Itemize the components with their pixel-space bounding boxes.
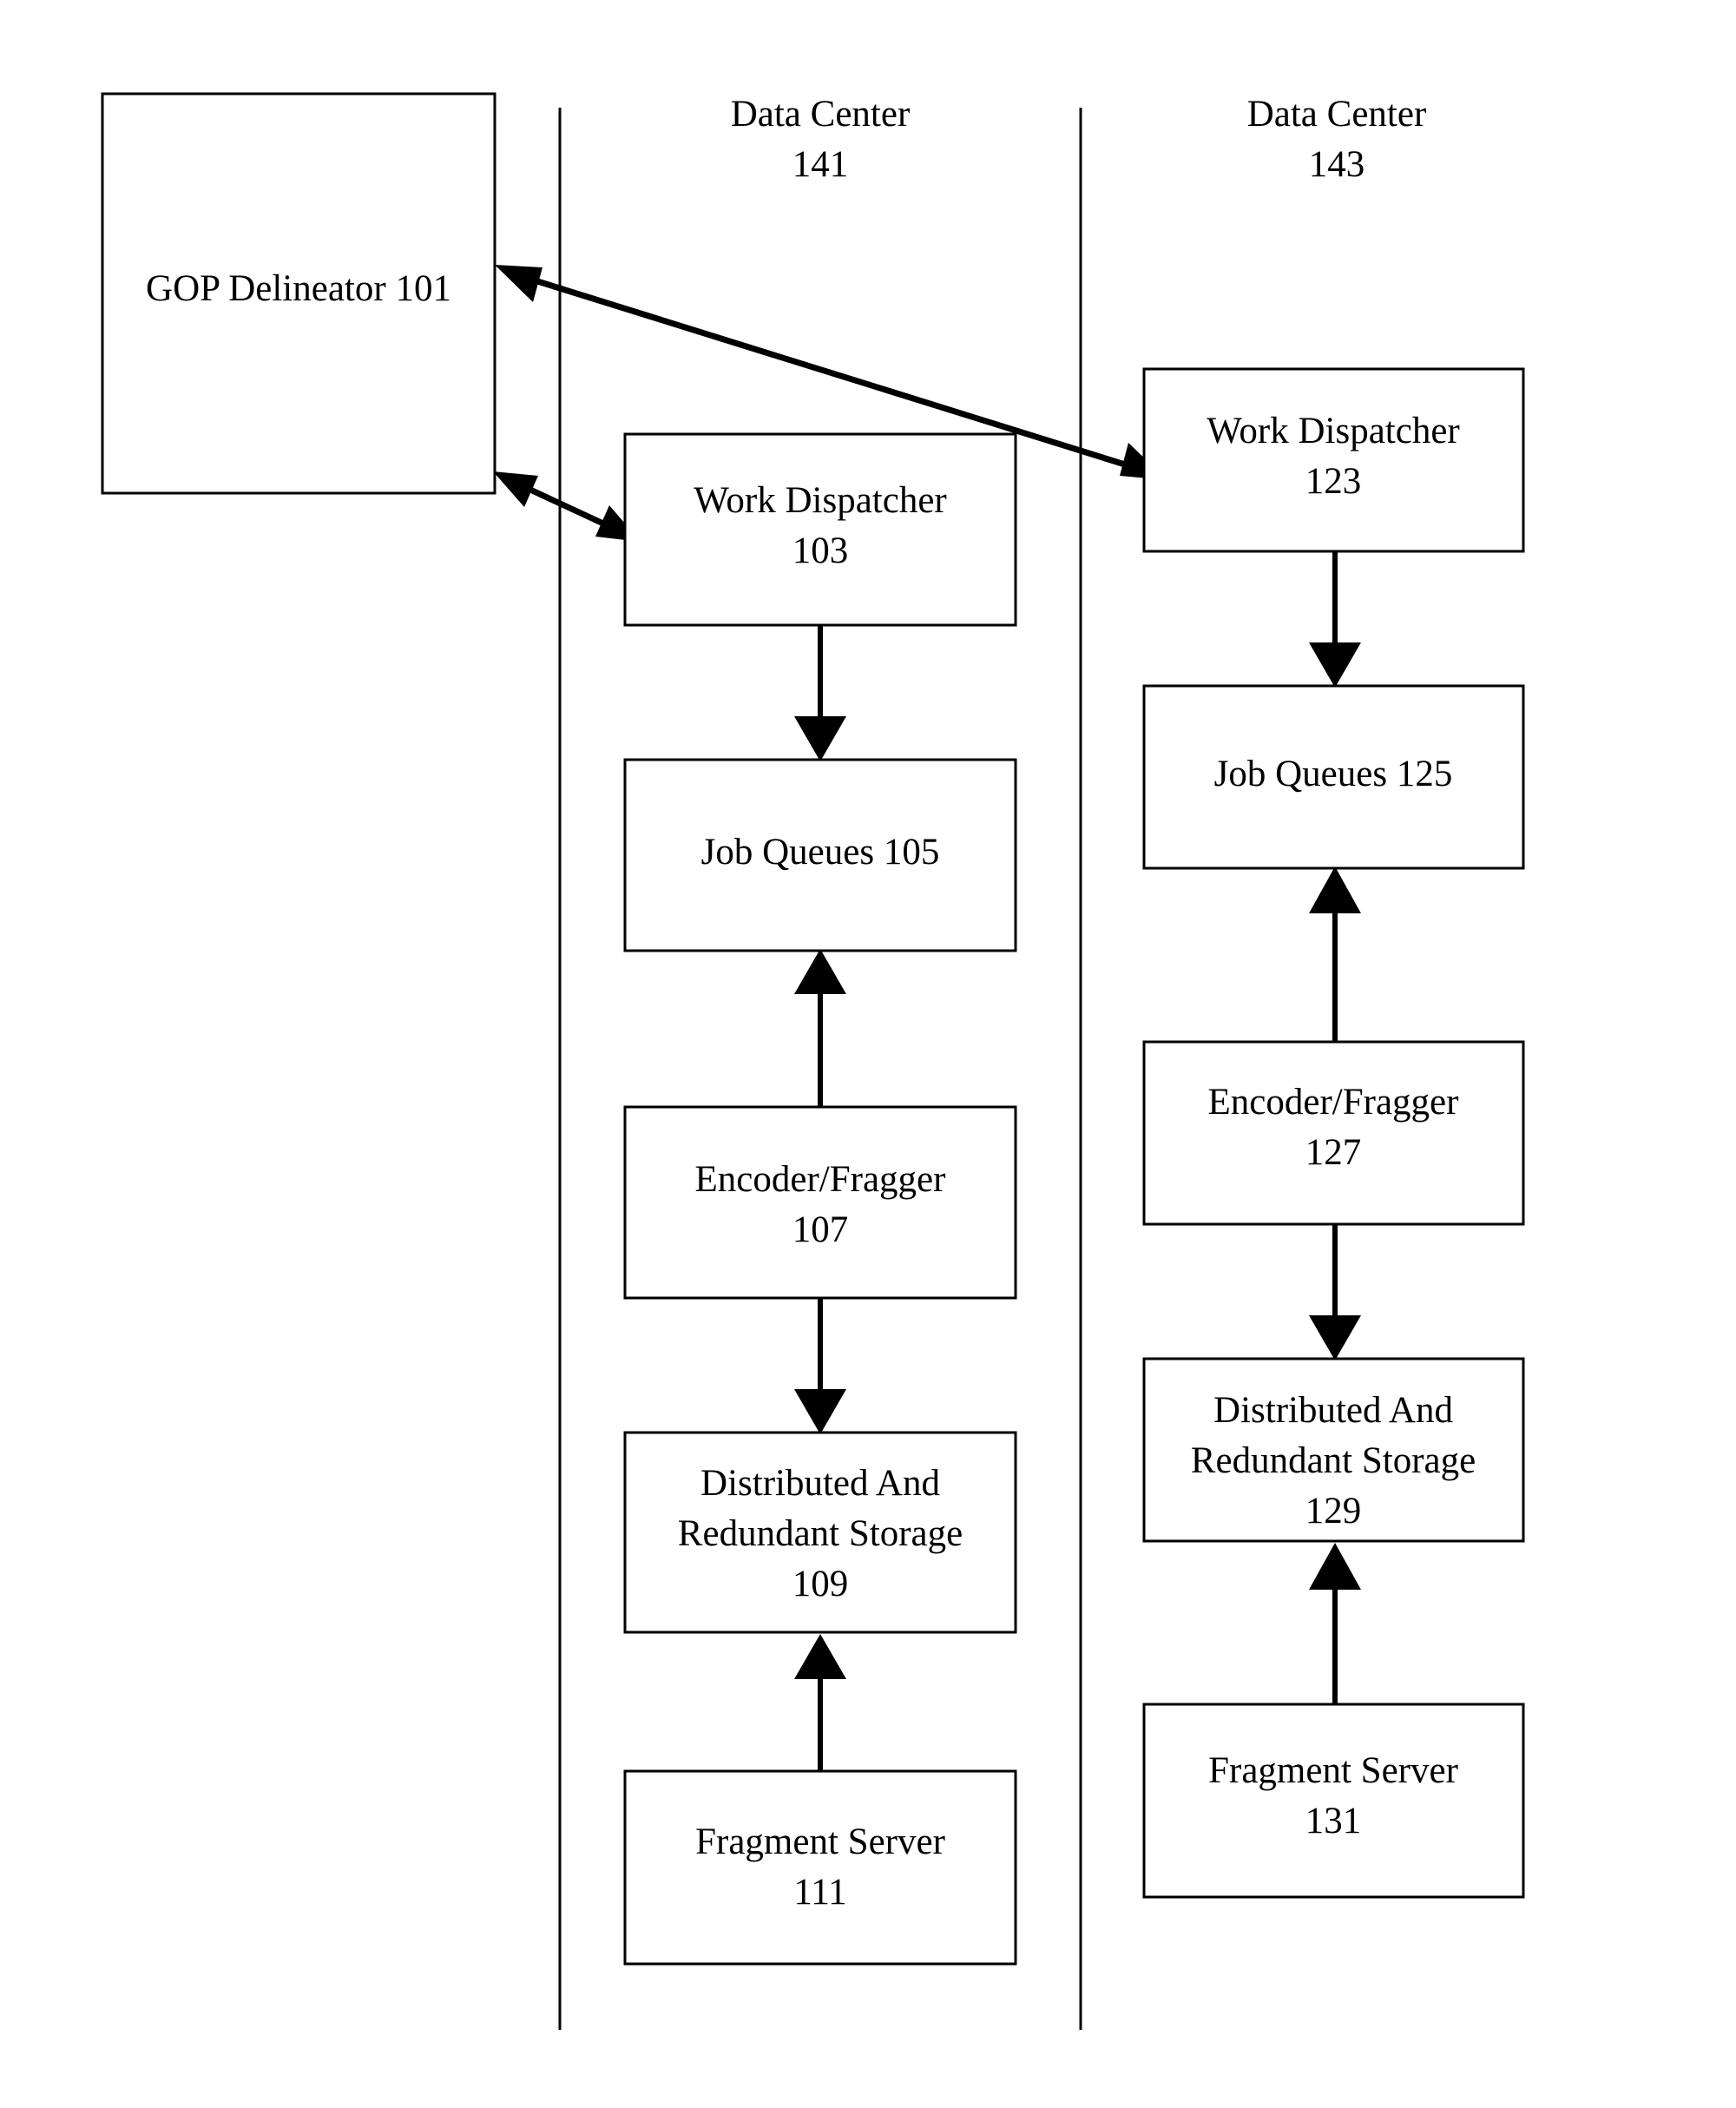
distributed-and-redundant-storage-109-label-line2: Redundant Storage xyxy=(678,1513,963,1554)
node-job-queues-105[interactable]: Job Queues 105 xyxy=(623,758,1017,952)
distributed-and-redundant-storage-129-label-line2: Redundant Storage xyxy=(1191,1440,1476,1481)
data-center-143-label-line1: Data Center xyxy=(1247,94,1427,135)
job-queues-125-label-line1: Job Queues 125 xyxy=(1214,754,1453,794)
node-job-queues-125[interactable]: Job Queues 125 xyxy=(1142,684,1525,870)
work-dispatcher-103-label-line1: Work Dispatcher xyxy=(694,480,946,521)
connector-encoder-fragger-107-to-storage-109 xyxy=(794,1298,846,1434)
connector-encoder-fragger-107-to-job-queues-105 xyxy=(794,949,846,1107)
node-encoder-fragger-127[interactable]: Encoder/Fragger 127 xyxy=(1142,1040,1525,1226)
connector-work-dispatcher-123-to-job-queues-125 xyxy=(1309,551,1361,688)
distributed-and-redundant-storage-129-label-line1: Distributed And xyxy=(1213,1390,1453,1431)
fragment-server-131-label-line1: Fragment Server xyxy=(1208,1750,1458,1791)
node-work-dispatcher-103[interactable]: Work Dispatcher 103 xyxy=(623,432,1017,627)
arrowhead-up-131-129 xyxy=(1309,1543,1361,1590)
fragment-server-111-label-line1: Fragment Server xyxy=(695,1821,945,1862)
node-distributed-and-redundant-storage-129[interactable]: Distributed And Redundant Storage 129 xyxy=(1142,1357,1525,1543)
arrowhead-down-123-125 xyxy=(1309,642,1361,688)
distributed-and-redundant-storage-109-label-line1: Distributed And xyxy=(700,1463,940,1504)
arrowhead-down-127-129 xyxy=(1309,1315,1361,1360)
node-encoder-fragger-107[interactable]: Encoder/Fragger 107 xyxy=(623,1105,1017,1300)
arrowhead-left-gop-103 xyxy=(493,471,538,507)
node-work-dispatcher-123[interactable]: Work Dispatcher 123 xyxy=(1142,367,1525,553)
connector-fragment-server-111-to-storage-109 xyxy=(794,1634,846,1771)
fragment-server-111-label-line2: 111 xyxy=(793,1872,846,1913)
node-gop-delineator-101[interactable]: GOP Delineator 101 xyxy=(101,92,496,495)
gop-delineator-101-label-line1: GOP Delineator 101 xyxy=(146,268,451,309)
node-fragment-server-131[interactable]: Fragment Server 131 xyxy=(1142,1703,1525,1899)
arrowhead-down-107-109 xyxy=(794,1389,846,1434)
data-center-141-label-line1: Data Center xyxy=(731,94,911,135)
arrowhead-up-111-109 xyxy=(794,1634,846,1679)
work-dispatcher-103-label-line2: 103 xyxy=(792,530,849,571)
encoder-fragger-107-label-line1: Encoder/Fragger xyxy=(695,1159,946,1200)
node-distributed-and-redundant-storage-109[interactable]: Distributed And Redundant Storage 109 xyxy=(623,1431,1017,1634)
connector-encoder-fragger-127-to-job-queues-125 xyxy=(1309,866,1361,1042)
arrowhead-up-107-105 xyxy=(794,949,846,994)
data-center-141-label-line2: 141 xyxy=(792,144,849,185)
work-dispatcher-123-label-line1: Work Dispatcher xyxy=(1207,411,1459,451)
connector-gop-to-work-dispatcher-103 xyxy=(493,471,641,542)
distributed-and-redundant-storage-109-label-line3: 109 xyxy=(792,1564,849,1604)
work-dispatcher-123-label-line2: 123 xyxy=(1305,461,1362,502)
patent-diagram: Data Center 141 Data Center 143 GOP Deli… xyxy=(0,0,1736,2108)
distributed-and-redundant-storage-129-label-line3: 129 xyxy=(1305,1491,1362,1532)
connector-work-dispatcher-103-to-job-queues-105 xyxy=(794,625,846,761)
arrowhead-down-103-105 xyxy=(794,716,846,761)
arrowhead-left-gop-123 xyxy=(495,265,542,302)
data-center-143-label-line2: 143 xyxy=(1309,144,1365,185)
encoder-fragger-127-label-line1: Encoder/Fragger xyxy=(1208,1082,1459,1123)
diagram-canvas: Data Center 141 Data Center 143 GOP Deli… xyxy=(101,92,1525,2030)
job-queues-105-label-line1: Job Queues 105 xyxy=(701,832,940,873)
fragment-server-131-label-line2: 131 xyxy=(1305,1801,1362,1841)
connector-fragment-server-131-to-storage-129 xyxy=(1309,1543,1361,1704)
encoder-fragger-127-label-line2: 127 xyxy=(1305,1132,1362,1173)
node-fragment-server-111[interactable]: Fragment Server 111 xyxy=(623,1769,1017,1966)
encoder-fragger-107-box[interactable] xyxy=(623,1105,1017,1300)
fragment-server-111-box[interactable] xyxy=(623,1769,1017,1966)
arrowhead-up-127-125 xyxy=(1309,866,1361,913)
encoder-fragger-107-label-line2: 107 xyxy=(792,1209,849,1250)
connector-encoder-fragger-127-to-storage-129 xyxy=(1309,1224,1361,1360)
